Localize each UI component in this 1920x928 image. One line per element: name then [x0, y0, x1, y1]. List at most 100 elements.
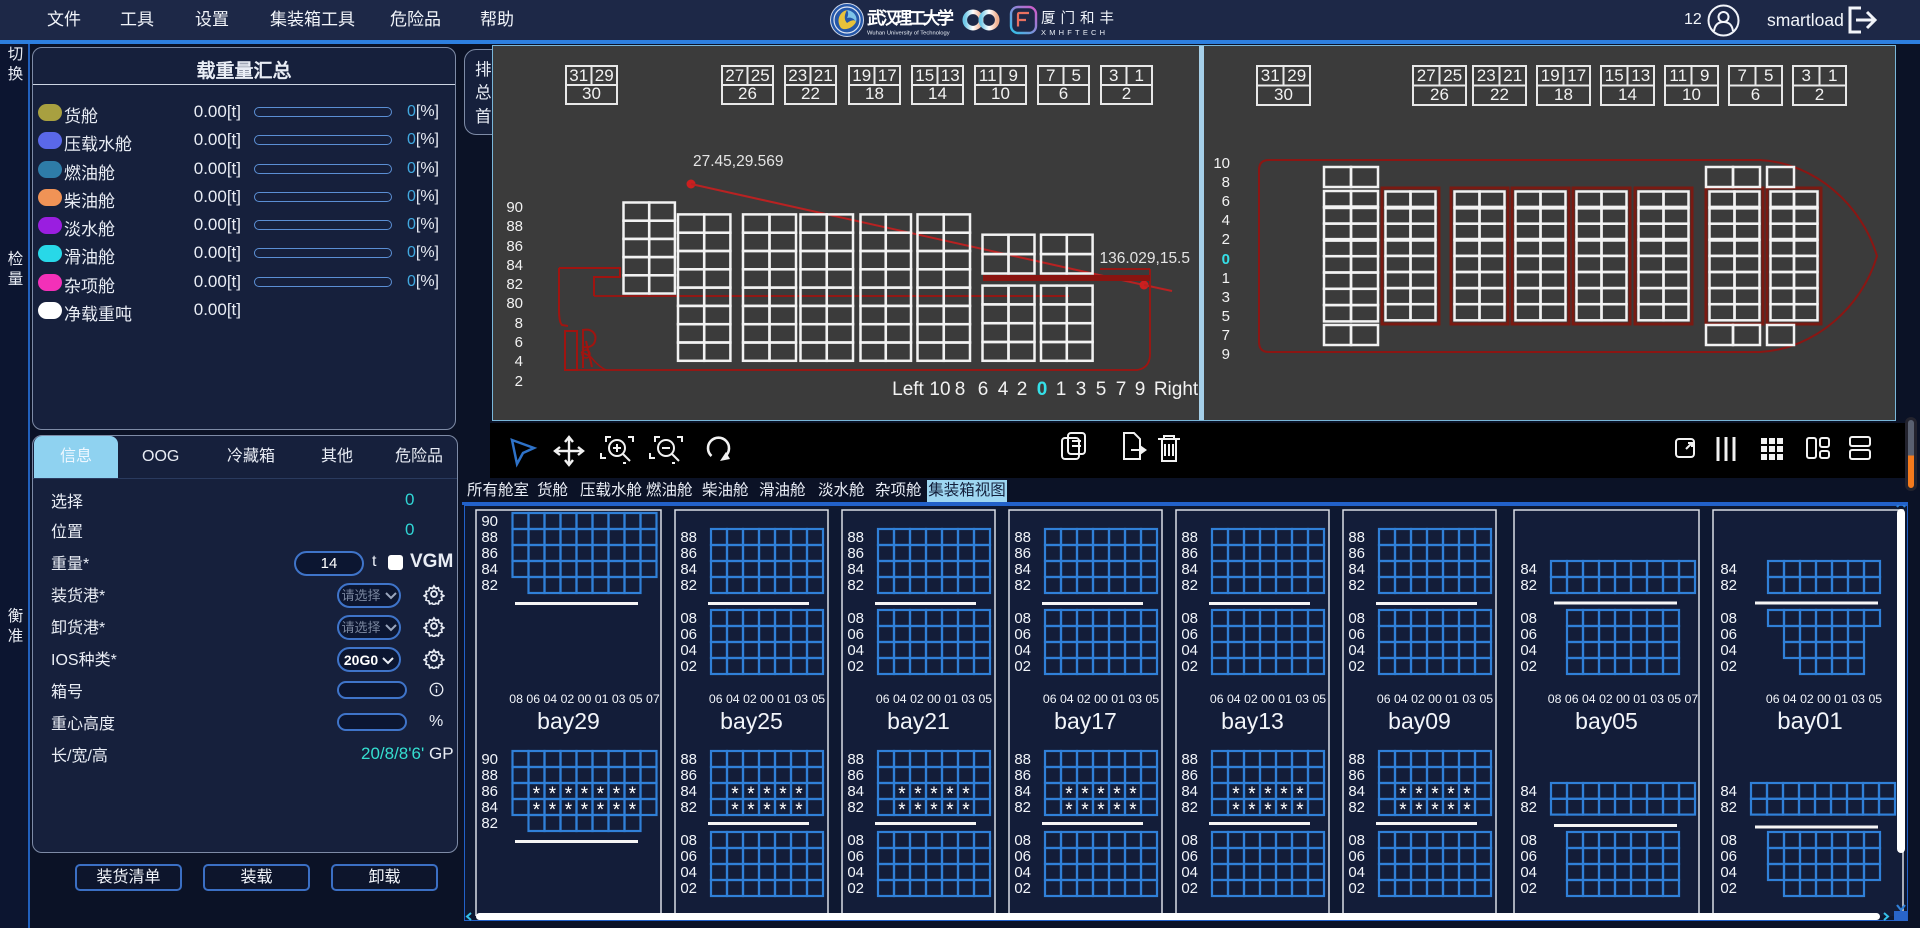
svg-text:23: 23: [1477, 66, 1496, 85]
svg-text:1: 1: [1222, 270, 1230, 287]
svg-text:84: 84: [1520, 783, 1537, 800]
svg-text:82: 82: [1720, 577, 1737, 594]
svg-text:08: 08: [1014, 610, 1031, 627]
svg-text:04: 04: [1520, 642, 1537, 659]
svg-text:*: *: [1463, 800, 1471, 821]
svg-text:04: 04: [680, 642, 697, 659]
svg-text:11: 11: [1669, 66, 1687, 85]
svg-text:31: 31: [569, 66, 588, 85]
svg-text:88: 88: [1014, 529, 1031, 546]
svg-text:86: 86: [481, 545, 498, 562]
svg-text:*: *: [747, 800, 755, 821]
svg-text:26: 26: [1430, 85, 1449, 104]
svg-text:04: 04: [1014, 864, 1031, 881]
svg-text:02: 02: [1348, 658, 1365, 675]
svg-text:08: 08: [1181, 832, 1198, 849]
svg-text:84: 84: [481, 561, 498, 578]
svg-text:08 06 04 02 00 01 03 05 07: 08 06 04 02 00 01 03 05 07: [509, 692, 660, 706]
svg-text:11: 11: [979, 66, 997, 85]
svg-text:10: 10: [929, 379, 950, 400]
svg-text:bay13: bay13: [1221, 708, 1284, 734]
svg-text:88: 88: [481, 767, 498, 784]
svg-text:27.45,29.569: 27.45,29.569: [693, 153, 784, 170]
svg-text:*: *: [597, 800, 605, 821]
svg-text:08: 08: [1720, 610, 1737, 627]
svg-text:*: *: [1097, 800, 1105, 821]
svg-text:2: 2: [1815, 85, 1824, 104]
svg-text:29: 29: [1287, 66, 1306, 85]
svg-text:90: 90: [481, 513, 498, 530]
svg-text:88: 88: [1014, 751, 1031, 768]
svg-text:90: 90: [506, 199, 523, 216]
svg-text:82: 82: [680, 799, 697, 816]
svg-text:08: 08: [680, 610, 697, 627]
svg-text:2: 2: [1222, 231, 1230, 248]
svg-text:9: 9: [1222, 346, 1230, 363]
svg-text:4: 4: [1222, 212, 1230, 229]
svg-text:84: 84: [1348, 561, 1365, 578]
svg-text:04: 04: [1520, 864, 1537, 881]
svg-text:86: 86: [1181, 545, 1198, 562]
svg-text:86: 86: [506, 238, 523, 255]
svg-text:13: 13: [941, 66, 960, 85]
svg-text:*: *: [1431, 800, 1439, 821]
svg-text:7: 7: [1222, 327, 1230, 344]
svg-text:06: 06: [1181, 848, 1198, 865]
svg-text:86: 86: [1348, 767, 1365, 784]
svg-text:82: 82: [1348, 799, 1365, 816]
svg-text:30: 30: [1274, 85, 1293, 104]
svg-text:*: *: [613, 800, 621, 821]
svg-text:08: 08: [1348, 610, 1365, 627]
svg-text:02: 02: [680, 658, 697, 675]
svg-text:1: 1: [1828, 66, 1837, 85]
svg-text:88: 88: [680, 529, 697, 546]
svg-text:84: 84: [481, 799, 498, 816]
svg-text:06: 06: [680, 626, 697, 643]
svg-text:86: 86: [1348, 545, 1365, 562]
svg-text:4: 4: [998, 379, 1009, 400]
svg-text:02: 02: [847, 658, 864, 675]
svg-text:84: 84: [847, 783, 864, 800]
svg-text:82: 82: [1348, 577, 1365, 594]
svg-text:06: 06: [1014, 848, 1031, 865]
svg-text:86: 86: [847, 545, 864, 562]
svg-text:5: 5: [1096, 379, 1107, 400]
svg-text:82: 82: [847, 799, 864, 816]
svg-text:6: 6: [978, 379, 989, 400]
svg-text:5: 5: [1764, 66, 1773, 85]
svg-text:5: 5: [1222, 308, 1230, 325]
svg-text:31: 31: [1261, 66, 1280, 85]
svg-text:06 04 02 00 01 03 05: 06 04 02 00 01 03 05: [1377, 692, 1493, 706]
svg-text:*: *: [1065, 800, 1073, 821]
svg-text:82: 82: [506, 276, 523, 293]
svg-text:88: 88: [1348, 529, 1365, 546]
svg-text:04: 04: [847, 642, 864, 659]
svg-text:*: *: [549, 800, 557, 821]
svg-text:2: 2: [515, 373, 523, 390]
svg-text:6: 6: [1059, 84, 1068, 103]
svg-text:06: 06: [1348, 848, 1365, 865]
svg-text:08: 08: [847, 832, 864, 849]
svg-text:08: 08: [847, 610, 864, 627]
svg-text:08 06 04 02 00 01 03 05 07: 08 06 04 02 00 01 03 05 07: [1548, 692, 1699, 706]
svg-text:84: 84: [1014, 561, 1031, 578]
svg-text:*: *: [946, 800, 954, 821]
svg-text:10: 10: [1213, 155, 1230, 172]
svg-text:18: 18: [865, 84, 884, 103]
svg-text:7: 7: [1116, 379, 1127, 400]
svg-text:136.029,15.5: 136.029,15.5: [1099, 250, 1190, 267]
svg-text:82: 82: [1014, 799, 1031, 816]
svg-text:82: 82: [481, 577, 498, 594]
svg-text:bay09: bay09: [1388, 708, 1451, 734]
svg-text:7: 7: [1738, 66, 1747, 85]
svg-text:*: *: [1447, 800, 1455, 821]
svg-text:*: *: [1232, 800, 1240, 821]
svg-text:02: 02: [1181, 880, 1198, 897]
svg-text:9: 9: [1135, 379, 1146, 400]
svg-text:02: 02: [1014, 658, 1031, 675]
svg-text:04: 04: [1720, 642, 1737, 659]
svg-text:21: 21: [1503, 66, 1522, 85]
svg-text:08: 08: [680, 832, 697, 849]
svg-text:02: 02: [680, 880, 697, 897]
svg-text:7: 7: [1046, 66, 1055, 85]
